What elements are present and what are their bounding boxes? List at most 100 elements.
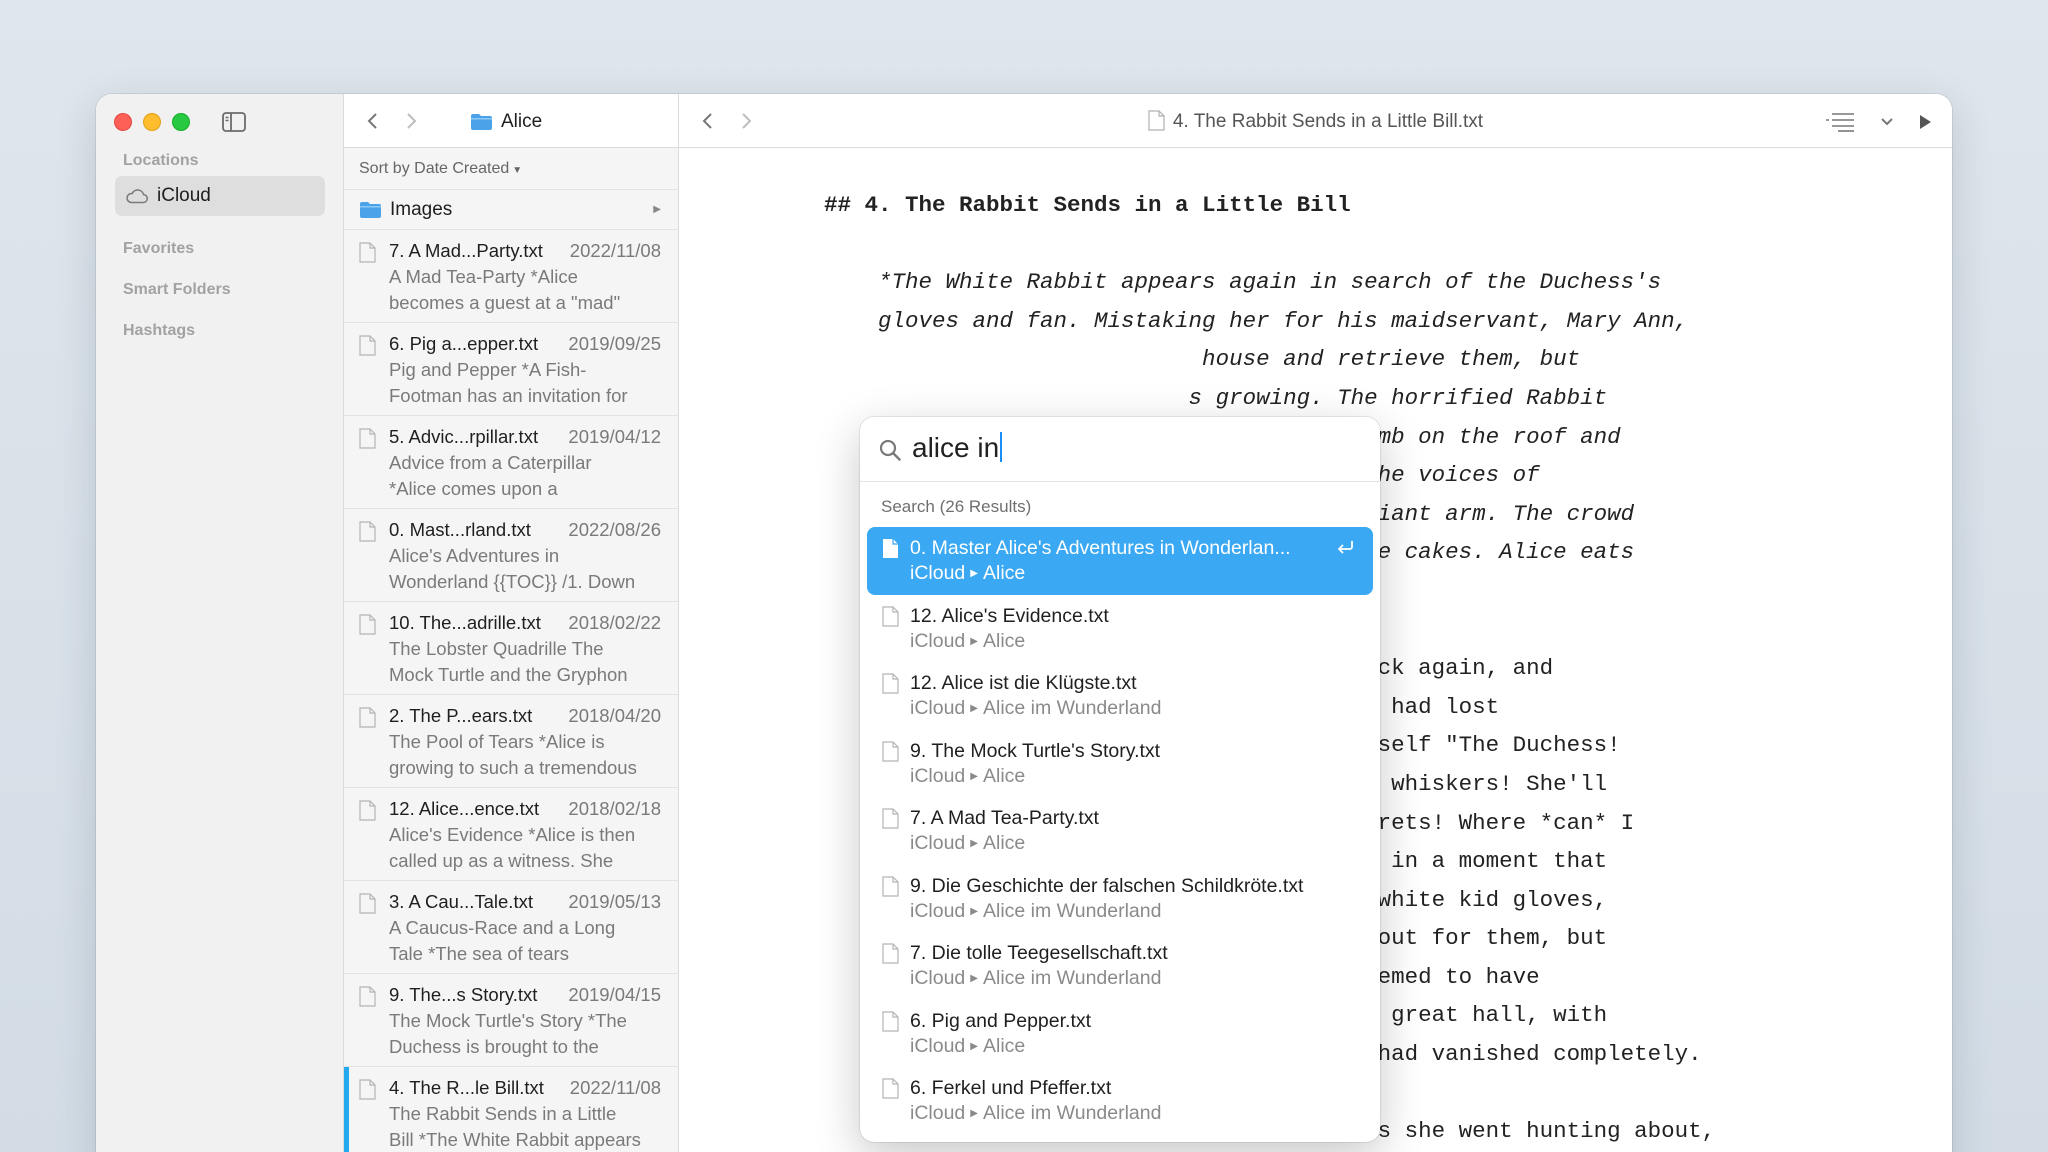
chevron-down-icon[interactable] — [1880, 117, 1894, 127]
file-name: 5. Advic...rpillar.txt — [389, 426, 539, 447]
result-path: iCloud ▶ Alice — [910, 830, 1373, 857]
file-snippet: A Caucus-Race and a Long Tale *The sea o… — [389, 917, 616, 964]
file-item-header: 2. The P...ears.txt 2018/04/20 — [389, 703, 678, 729]
folder-icon — [360, 201, 381, 218]
result-folder: Alice — [983, 629, 1026, 652]
result-folder: Alice im Wunderland — [983, 899, 1162, 922]
search-result-selected[interactable]: 0. Master Alice's Adventures in Wonderla… — [867, 527, 1373, 595]
result-title: 9. Die Geschichte der falschen Schildkrö… — [910, 874, 1304, 897]
file-items: 7. A Mad...Party.txt 2022/11/08 A Mad Te… — [344, 230, 678, 1152]
sidebar: Locations iCloud Favorites Smart Folders… — [96, 94, 344, 1152]
search-result[interactable]: 7. A Mad Tea-Party.txt iCloud ▶ Alice — [867, 797, 1373, 865]
preview-play-icon[interactable] — [1918, 114, 1932, 130]
images-folder-row[interactable]: Images ▶ — [344, 190, 678, 230]
document-icon — [882, 943, 899, 964]
file-item[interactable]: 9. The...s Story.txt 2019/04/15 The Mock… — [344, 974, 678, 1067]
images-folder-label: Images — [390, 198, 453, 220]
file-date: 2019/05/13 — [568, 891, 661, 912]
file-item[interactable]: 2. The P...ears.txt 2018/04/20 The Pool … — [344, 695, 678, 788]
search-result[interactable]: 12. Alice ist die Klügste.txt iCloud ▶ Ali… — [867, 662, 1373, 730]
document-icon — [359, 335, 376, 356]
result-folder: Alice — [983, 832, 1026, 854]
search-result[interactable]: 9. Die Geschichte der falschen Schildkrö… — [867, 865, 1373, 933]
result-root: iCloud — [910, 562, 966, 584]
search-input[interactable]: alice in — [912, 432, 1003, 464]
results-count: Search (26 Results) — [881, 497, 1032, 516]
file-snippet: A Mad Tea-Party *Alice becomes a guest a… — [389, 266, 621, 313]
search-result[interactable]: 9. The Mock Turtle's Story.txt iCloud ▶ Al… — [867, 730, 1373, 798]
return-key-icon — [1337, 541, 1353, 554]
outline-icon[interactable] — [1826, 112, 1856, 132]
result-root: iCloud — [910, 764, 966, 787]
minimize-window-button[interactable] — [143, 113, 161, 131]
search-field[interactable]: alice in — [860, 417, 1380, 482]
file-date: 2019/04/15 — [568, 984, 661, 1005]
file-snippet: Advice from a Caterpillar *Alice comes u… — [389, 452, 592, 499]
path-separator-icon: ▶ — [970, 703, 978, 714]
result-path: iCloud ▶ Alice im Wunderland — [910, 1100, 1373, 1127]
document-icon — [359, 242, 376, 263]
search-popup: alice in Search (26 Results) 0. Master A… — [860, 417, 1380, 1142]
file-name: 7. A Mad...Party.txt — [389, 240, 543, 261]
file-name: 3. A Cau...Tale.txt — [389, 891, 533, 912]
search-results: 0. Master Alice's Adventures in Wonderla… — [867, 527, 1373, 1135]
file-item-header: 6. Pig a...epper.txt 2019/09/25 — [389, 331, 678, 357]
file-list-toolbar: Alice — [344, 94, 678, 148]
folder-title-label: Alice — [501, 111, 543, 132]
cloud-icon — [126, 189, 148, 204]
search-result[interactable]: 6. Ferkel und Pfeffer.txt iCloud ▶ Alice i… — [867, 1067, 1373, 1135]
result-folder: Alice — [983, 764, 1026, 787]
file-item-selected[interactable]: 4. The R...le Bill.txt 2022/11/08 The Ra… — [344, 1067, 678, 1152]
sort-menu[interactable]: Sort by Date Created ▼ — [344, 148, 678, 190]
file-date: 2018/02/18 — [568, 798, 661, 819]
document-icon — [359, 893, 376, 914]
sidebar-section-smart-folders[interactable]: Smart Folders — [123, 281, 231, 299]
file-date: 2022/08/26 — [568, 519, 661, 540]
file-item[interactable]: 10. The...adrille.txt 2018/02/22 The Lob… — [344, 602, 678, 695]
file-item[interactable]: 5. Advic...rpillar.txt 2019/04/12 Advice… — [344, 416, 678, 509]
document-icon — [883, 539, 898, 558]
text-caret — [1000, 432, 1003, 462]
folder-title: Alice — [470, 111, 542, 133]
file-item-header: 10. The...adrille.txt 2018/02/22 — [389, 610, 678, 636]
result-root: iCloud — [910, 832, 966, 854]
result-folder: Alice im Wunderland — [983, 697, 1162, 719]
back-icon[interactable] — [364, 111, 382, 131]
document-icon — [882, 673, 899, 694]
path-separator-icon: ▶ — [970, 635, 978, 647]
search-result[interactable]: 6. Pig and Pepper.txt iCloud ▶ Alice — [867, 1000, 1373, 1068]
file-item[interactable]: 6. Pig a...epper.txt 2019/09/25 Pig and … — [344, 323, 678, 416]
file-item[interactable]: 12. Alice...ence.txt 2018/02/18 Alice's … — [344, 788, 678, 881]
result-path: iCloud ▶ Alice — [910, 763, 1373, 790]
result-folder: Alice — [983, 562, 1026, 584]
file-item[interactable]: 7. A Mad...Party.txt 2022/11/08 A Mad Te… — [344, 230, 678, 323]
zoom-window-button[interactable] — [172, 113, 190, 131]
sidebar-toggle-icon[interactable] — [222, 111, 246, 133]
editor-toolbar: 4. The Rabbit Sends in a Little Bill.txt — [679, 94, 1952, 148]
document-icon — [359, 1079, 376, 1100]
result-path: iCloud ▶ Alice — [910, 1033, 1373, 1060]
file-item[interactable]: 3. A Cau...Tale.txt 2019/05/13 A Caucus-… — [344, 881, 678, 974]
file-item[interactable]: 0. Mast...rland.txt 2022/08/26 Alice's A… — [344, 509, 678, 602]
result-folder: Alice im Wunderland — [983, 1102, 1162, 1124]
sidebar-section-favorites[interactable]: Favorites — [123, 240, 194, 258]
document-icon — [359, 986, 376, 1007]
result-path: iCloud ▶ Alice im Wunderland — [910, 695, 1373, 722]
editor-toolbar-right — [1826, 112, 1932, 132]
sidebar-section-locations: Locations — [123, 152, 199, 169]
disclosure-arrow-icon[interactable]: ▶ — [653, 204, 661, 215]
forward-icon[interactable] — [402, 111, 420, 131]
document-icon — [359, 707, 376, 728]
document-icon — [1148, 110, 1165, 131]
result-root: iCloud — [910, 899, 966, 922]
file-date: 2022/11/08 — [569, 240, 661, 261]
close-window-button[interactable] — [114, 113, 132, 131]
search-result[interactable]: 12. Alice's Evidence.txt iCloud ▶ Alice — [867, 595, 1373, 663]
sidebar-section-hashtags[interactable]: Hashtags — [123, 322, 195, 340]
sidebar-item-icloud[interactable]: iCloud — [115, 176, 325, 216]
search-result[interactable]: 7. Die tolle Teegesellschaft.txt iCloud ▶… — [867, 932, 1373, 1000]
file-name: 12. Alice...ence.txt — [389, 798, 540, 819]
path-separator-icon: ▶ — [970, 905, 978, 917]
document-line: *The White Rabbit appears again in searc… — [824, 269, 1662, 296]
